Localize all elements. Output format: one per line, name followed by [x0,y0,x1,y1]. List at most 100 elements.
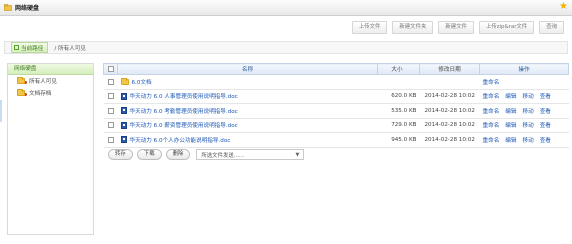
edit-link[interactable]: 编辑 [505,94,516,100]
ops-cell: 重命名 编辑 移动 查看 [479,103,569,119]
sidebar-item-archive[interactable]: 文档存档 [8,87,93,99]
row-checkbox-cell [103,89,118,104]
name-cell: 华天动力 6.0个人办公功能说明指导.doc [117,132,378,148]
date-cell [419,74,480,90]
select-all-header [103,63,118,75]
ops-cell: 重命名 编辑 移动 查看 [479,118,569,133]
date-cell: 2014-02-28 10:02 [419,103,480,119]
table-row[interactable]: 华天动力 6.0 薪资管理员使用说明指导.doc 729.0 KB 2014-0… [103,118,569,133]
current-path-label: 当前路径 [21,45,44,52]
new-folder-button[interactable]: 新建文件夹 [392,21,434,34]
move-link[interactable]: 移动 [523,94,534,100]
size-cell: 729.0 KB [377,118,420,133]
sidebar-collapse-handle[interactable] [0,100,2,122]
select-all-checkbox[interactable] [107,65,114,72]
sidebar: 网络硬盘 所有人可见 文档存档 [7,63,94,235]
row-checkbox[interactable] [107,78,114,85]
word-doc-icon [120,136,127,144]
view-link[interactable]: 查看 [540,123,551,129]
table-row[interactable]: 华天动力 6.0 人事管理员使用说明指导.doc 620.0 KB 2014-0… [103,89,569,104]
table-row[interactable]: 6.0文档 重命名 [103,74,569,90]
table-row[interactable]: 华天动力 6.0 考勤管理员使用说明指导.doc 535.0 KB 2014-0… [103,103,569,119]
size-cell [377,74,420,90]
word-doc-icon [120,121,127,129]
folder-icon [17,77,25,84]
size-cell: 945.0 KB [377,132,420,148]
ops-cell: 重命名 [479,74,569,90]
size-cell: 535.0 KB [377,103,420,119]
ops-cell: 重命名 编辑 移动 查看 [479,132,569,148]
rename-link[interactable]: 重命名 [483,94,500,100]
delete-button[interactable]: 删除 [165,149,191,160]
folder-link[interactable]: 6.0文档 [132,78,152,86]
window-titlebar: 网络硬盘 ★ [0,0,572,16]
row-checkbox-cell [103,74,118,90]
sidebar-item-label: 文档存档 [29,91,52,97]
name-cell: 6.0文档 [117,74,378,90]
sidebar-item-label: 所有人可见 [29,79,57,85]
favorite-star-icon[interactable]: ★ [559,2,568,12]
sidebar-header[interactable]: 网络硬盘 [8,64,93,75]
folder-icon [120,77,129,85]
chevron-down-icon: ▼ [295,151,300,158]
file-link[interactable]: 华天动力 6.0个人办公功能说明指导.doc [130,136,231,144]
date-cell: 2014-02-28 10:02 [419,132,480,148]
view-link[interactable]: 查看 [540,109,551,115]
current-path-tab[interactable]: 当前路径 [11,42,49,53]
rename-link[interactable]: 重命名 [483,109,500,115]
toolbar: 上传文件 新建文件夹 新建文件 上传zip&rar文件 查询 [351,21,564,34]
new-file-button[interactable]: 新建文件 [438,21,474,34]
page-title: 网络硬盘 [15,5,40,12]
grid-icon [14,45,19,50]
move-link[interactable]: 移动 [523,109,534,115]
table-row[interactable]: 华天动力 6.0个人办公功能说明指导.doc 945.0 KB 2014-02-… [103,132,569,148]
rename-link[interactable]: 重命名 [483,80,500,86]
name-cell: 华天动力 6.0 考勤管理员使用说明指导.doc [117,103,378,119]
view-link[interactable]: 查看 [540,94,551,100]
breadcrumb: 当前路径 / 所有人可见 [4,41,568,54]
file-table: 名称 大小 修改日期 操作 6.0文档 重命名 华天动力 6.0 人事管理员使用… [103,63,569,148]
breadcrumb-path[interactable]: / 所有人可见 [54,44,86,52]
file-link[interactable]: 华天动力 6.0 考勤管理员使用说明指导.doc [130,107,238,115]
download-button[interactable]: 下载 [136,149,162,160]
row-checkbox-cell [103,118,118,133]
ops-column-header: 操作 [479,63,569,75]
rename-link[interactable]: 重命名 [483,123,500,129]
upload-file-button[interactable]: 上传文件 [351,21,388,34]
upload-archive-button[interactable]: 上传zip&rar文件 [478,21,535,34]
row-checkbox-cell [103,103,118,119]
row-checkbox[interactable] [107,93,114,99]
table-header-row: 名称 大小 修改日期 操作 [103,63,569,75]
edit-link[interactable]: 编辑 [505,123,516,129]
row-checkbox[interactable] [107,136,114,143]
network-disk-icon [4,4,12,11]
name-cell: 华天动力 6.0 薪资管理员使用说明指导.doc [117,118,378,133]
edit-link[interactable]: 编辑 [505,109,516,115]
transfer-button[interactable]: 转存 [108,149,133,160]
folder-icon [17,89,25,96]
word-doc-icon [120,92,127,100]
search-button[interactable]: 查询 [539,21,564,34]
file-link[interactable]: 华天动力 6.0 薪资管理员使用说明指导.doc [130,121,238,129]
move-link[interactable]: 移动 [523,138,534,144]
size-column-header[interactable]: 大小 [377,63,420,75]
sidebar-item-public[interactable]: 所有人可见 [8,75,93,87]
ops-cell: 重命名 编辑 移动 查看 [479,89,569,104]
file-link[interactable]: 华天动力 6.0 人事管理员使用说明指导.doc [130,92,238,100]
name-column-header[interactable]: 名称 [117,63,378,75]
edit-link[interactable]: 编辑 [505,138,516,144]
rename-link[interactable]: 重命名 [483,138,500,144]
send-files-select[interactable]: 所选文件发送...... ▼ [196,149,305,160]
move-link[interactable]: 移动 [523,123,534,129]
name-cell: 华天动力 6.0 人事管理员使用说明指导.doc [117,89,378,104]
word-doc-icon [120,107,127,115]
size-cell: 620.0 KB [377,89,420,104]
send-files-select-value: 所选文件发送...... [201,152,245,159]
date-column-header[interactable]: 修改日期 [419,63,480,75]
date-cell: 2014-02-28 10:02 [419,118,480,133]
row-checkbox-cell [103,132,118,148]
bulk-actions-bar: 转存 下载 删除 所选文件发送...... ▼ [108,149,305,160]
row-checkbox[interactable] [107,122,114,128]
view-link[interactable]: 查看 [540,138,551,144]
row-checkbox[interactable] [107,107,114,114]
